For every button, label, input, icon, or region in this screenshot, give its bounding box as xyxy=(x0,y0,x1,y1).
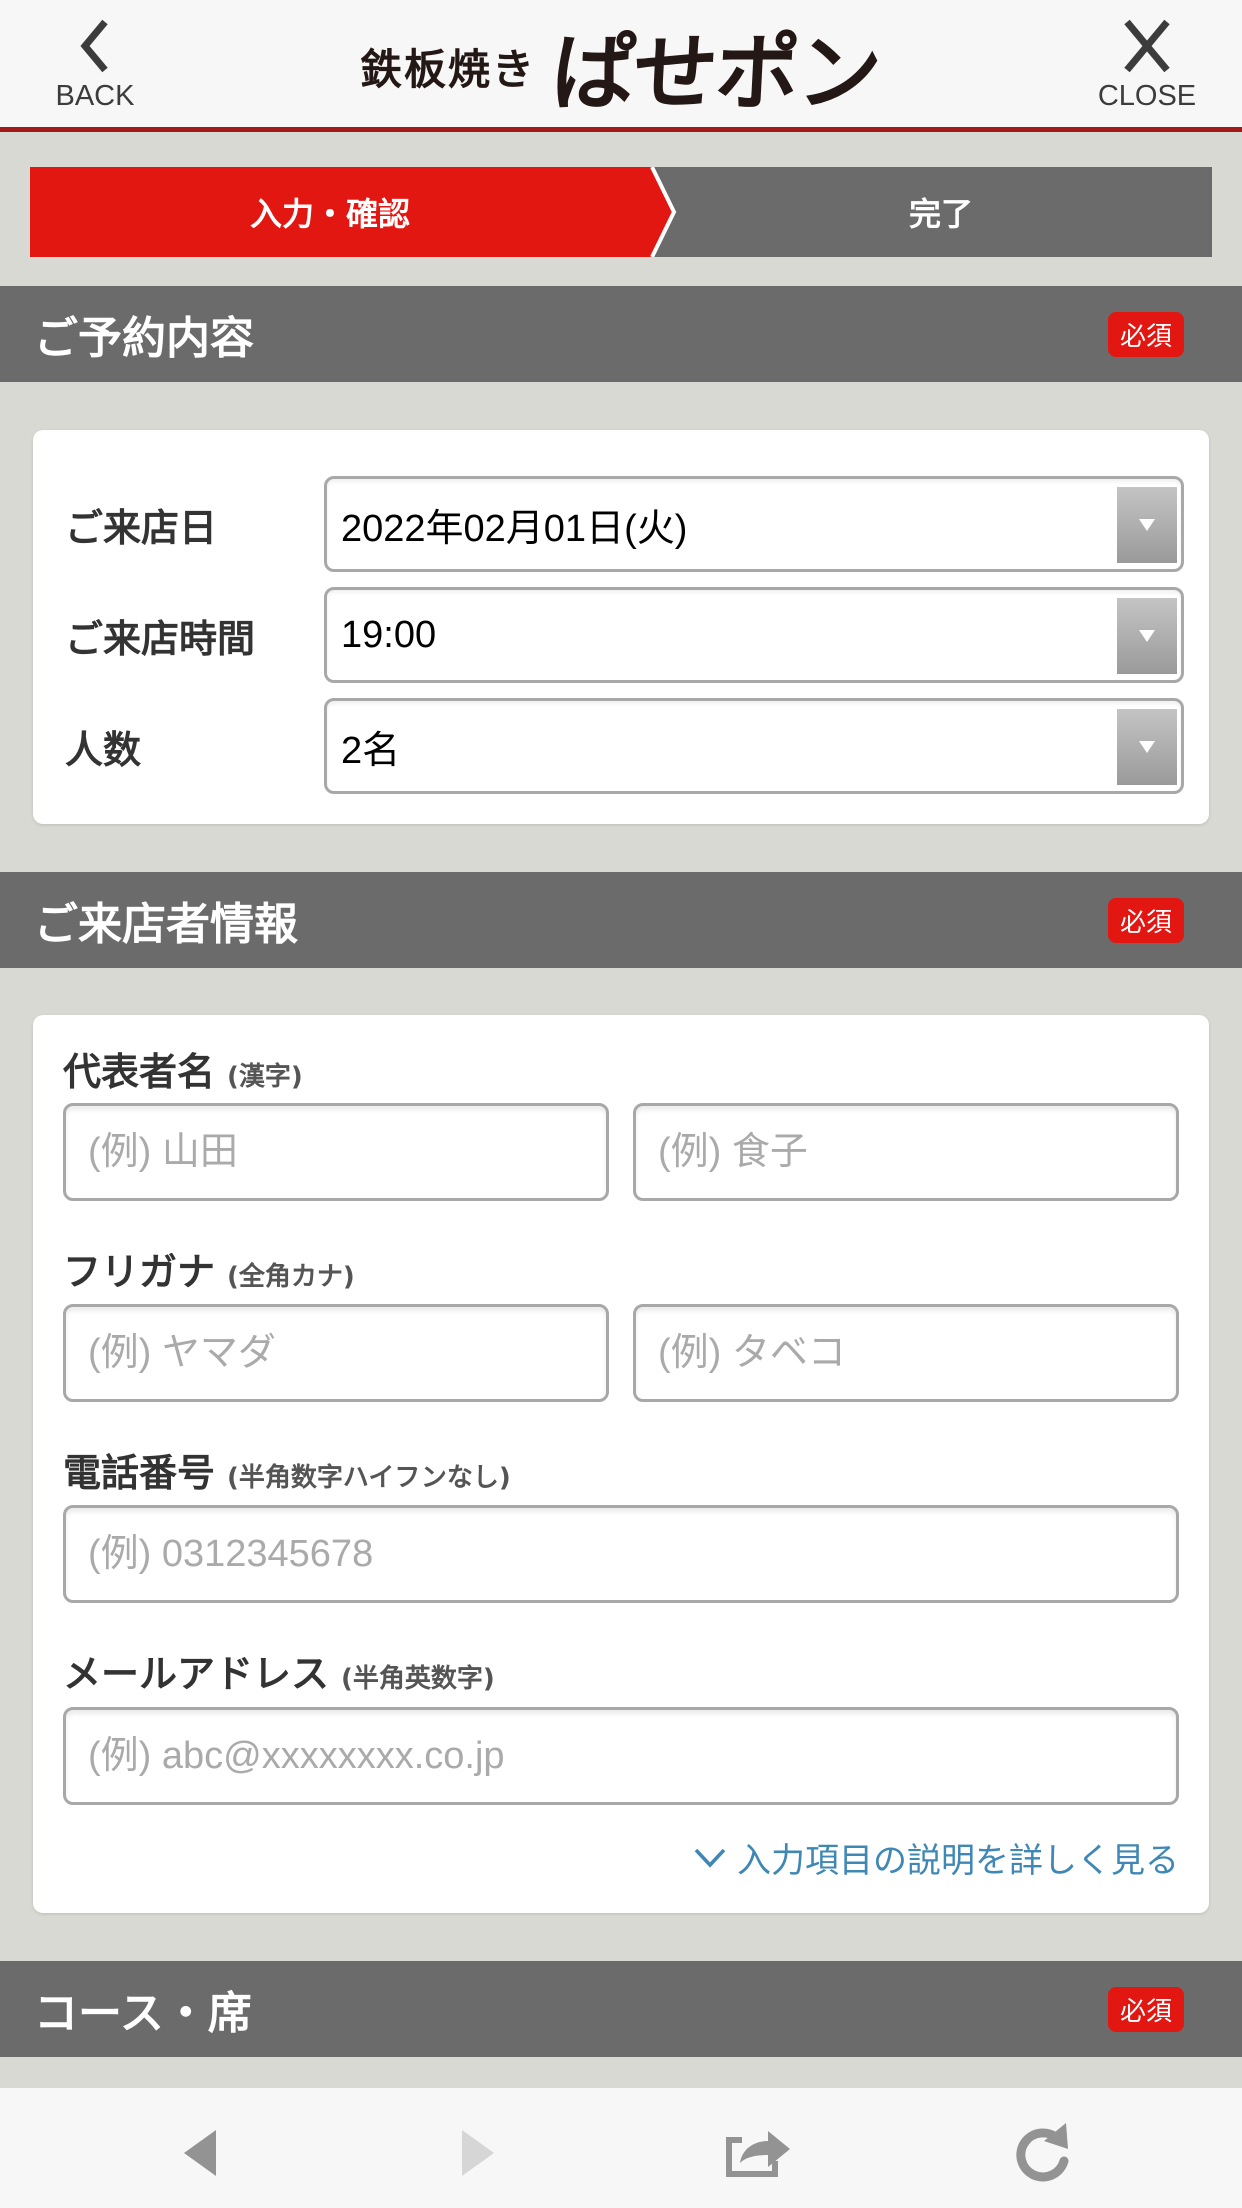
browser-forward-button[interactable] xyxy=(438,2118,518,2188)
name-label-text: 代表者名 xyxy=(63,1050,216,1094)
dropdown-arrow-icon xyxy=(1117,598,1177,674)
visit-date-select[interactable]: 2022年02月01日(火) xyxy=(324,476,1184,572)
progress-steps: 入力・確認 完了 xyxy=(30,167,1212,257)
visit-time-label: ご来店時間 xyxy=(65,616,256,661)
section-header-course: コース・席 必須 xyxy=(0,1961,1242,2057)
browser-back-button[interactable] xyxy=(160,2118,240,2188)
visit-time-select[interactable]: 19:00 xyxy=(324,587,1184,683)
step-arrow-divider xyxy=(622,167,677,257)
forward-arrow-icon xyxy=(462,2130,494,2176)
close-icon xyxy=(1124,19,1170,73)
close-button[interactable]: CLOSE xyxy=(1082,18,1212,118)
share-button[interactable] xyxy=(718,2118,798,2188)
first-name-kana-input[interactable] xyxy=(633,1304,1179,1402)
visit-time-value: 19:00 xyxy=(341,613,437,656)
close-label: CLOSE xyxy=(1097,80,1197,112)
show-details-link[interactable]: 入力項目の説明を詳しく見る xyxy=(693,1833,1179,1882)
back-button[interactable]: BACK xyxy=(30,18,160,118)
logo-title: ぱせポン xyxy=(549,23,883,122)
reservation-card: ご来店日 2022年02月01日(火) ご来店時間 19:00 人数 2名 xyxy=(33,430,1209,824)
name-label: 代表者名 (漢字) xyxy=(63,1041,303,1096)
party-size-row: 人数 2名 xyxy=(33,698,1209,794)
required-badge: 必須 xyxy=(1107,311,1184,357)
furigana-hint: (全角カナ) xyxy=(227,1262,355,1292)
step-input-confirm: 入力・確認 xyxy=(30,167,630,257)
app-header: BACK 鉄板焼き ぱせポン CLOSE xyxy=(0,0,1242,132)
dropdown-arrow-icon xyxy=(1117,487,1177,563)
email-label: メールアドレス (半角英数字) xyxy=(63,1643,495,1698)
section-header-reservation: ご予約内容 必須 xyxy=(0,286,1242,382)
dropdown-arrow-icon xyxy=(1117,709,1177,785)
show-details-text: 入力項目の説明を詳しく見る xyxy=(737,1841,1179,1881)
furigana-label: フリガナ (全角カナ) xyxy=(63,1241,355,1296)
email-hint: (半角英数字) xyxy=(341,1664,495,1694)
last-name-input[interactable] xyxy=(63,1103,609,1201)
email-label-text: メールアドレス xyxy=(63,1652,330,1696)
visit-date-value: 2022年02月01日(火) xyxy=(341,507,688,550)
reload-icon xyxy=(1016,2123,1069,2182)
step-complete: 完了 xyxy=(630,167,1212,257)
visit-time-row: ご来店時間 19:00 xyxy=(33,587,1209,683)
name-hint: (漢字) xyxy=(227,1062,303,1092)
logo-subtitle: 鉄板焼き xyxy=(360,44,537,94)
section-title: ご予約内容 xyxy=(34,313,254,364)
back-arrow-icon xyxy=(184,2130,216,2176)
chevron-left-icon xyxy=(80,19,108,73)
furigana-label-text: フリガナ xyxy=(63,1250,216,1294)
email-input[interactable] xyxy=(63,1707,1179,1805)
section-title: ご来店者情報 xyxy=(34,899,298,950)
section-title: コース・席 xyxy=(34,1988,252,2039)
section-header-visitor: ご来店者情報 必須 xyxy=(0,872,1242,968)
brand-logo: 鉄板焼き ぱせポン xyxy=(360,14,882,122)
share-icon xyxy=(726,2131,790,2177)
phone-label: 電話番号 (半角数字ハイフンなし) xyxy=(63,1442,511,1497)
back-label: BACK xyxy=(55,80,135,112)
party-size-select[interactable]: 2名 xyxy=(324,698,1184,794)
party-size-label: 人数 xyxy=(65,727,142,772)
reload-button[interactable] xyxy=(1002,2118,1082,2188)
phone-label-text: 電話番号 xyxy=(63,1451,216,1495)
browser-toolbar xyxy=(0,2088,1242,2208)
phone-hint: (半角数字ハイフンなし) xyxy=(227,1463,511,1493)
last-name-kana-input[interactable] xyxy=(63,1304,609,1402)
required-badge: 必須 xyxy=(1107,1986,1184,2032)
phone-input[interactable] xyxy=(63,1505,1179,1603)
chevron-down-icon xyxy=(694,1848,726,1868)
first-name-input[interactable] xyxy=(633,1103,1179,1201)
visit-date-row: ご来店日 2022年02月01日(火) xyxy=(33,476,1209,572)
required-badge: 必須 xyxy=(1107,897,1184,943)
visit-date-label: ご来店日 xyxy=(65,505,218,550)
party-size-value: 2名 xyxy=(341,729,401,772)
visitor-card: 代表者名 (漢字) フリガナ (全角カナ) 電話番号 (半角数字ハイフンなし) … xyxy=(33,1015,1209,1913)
